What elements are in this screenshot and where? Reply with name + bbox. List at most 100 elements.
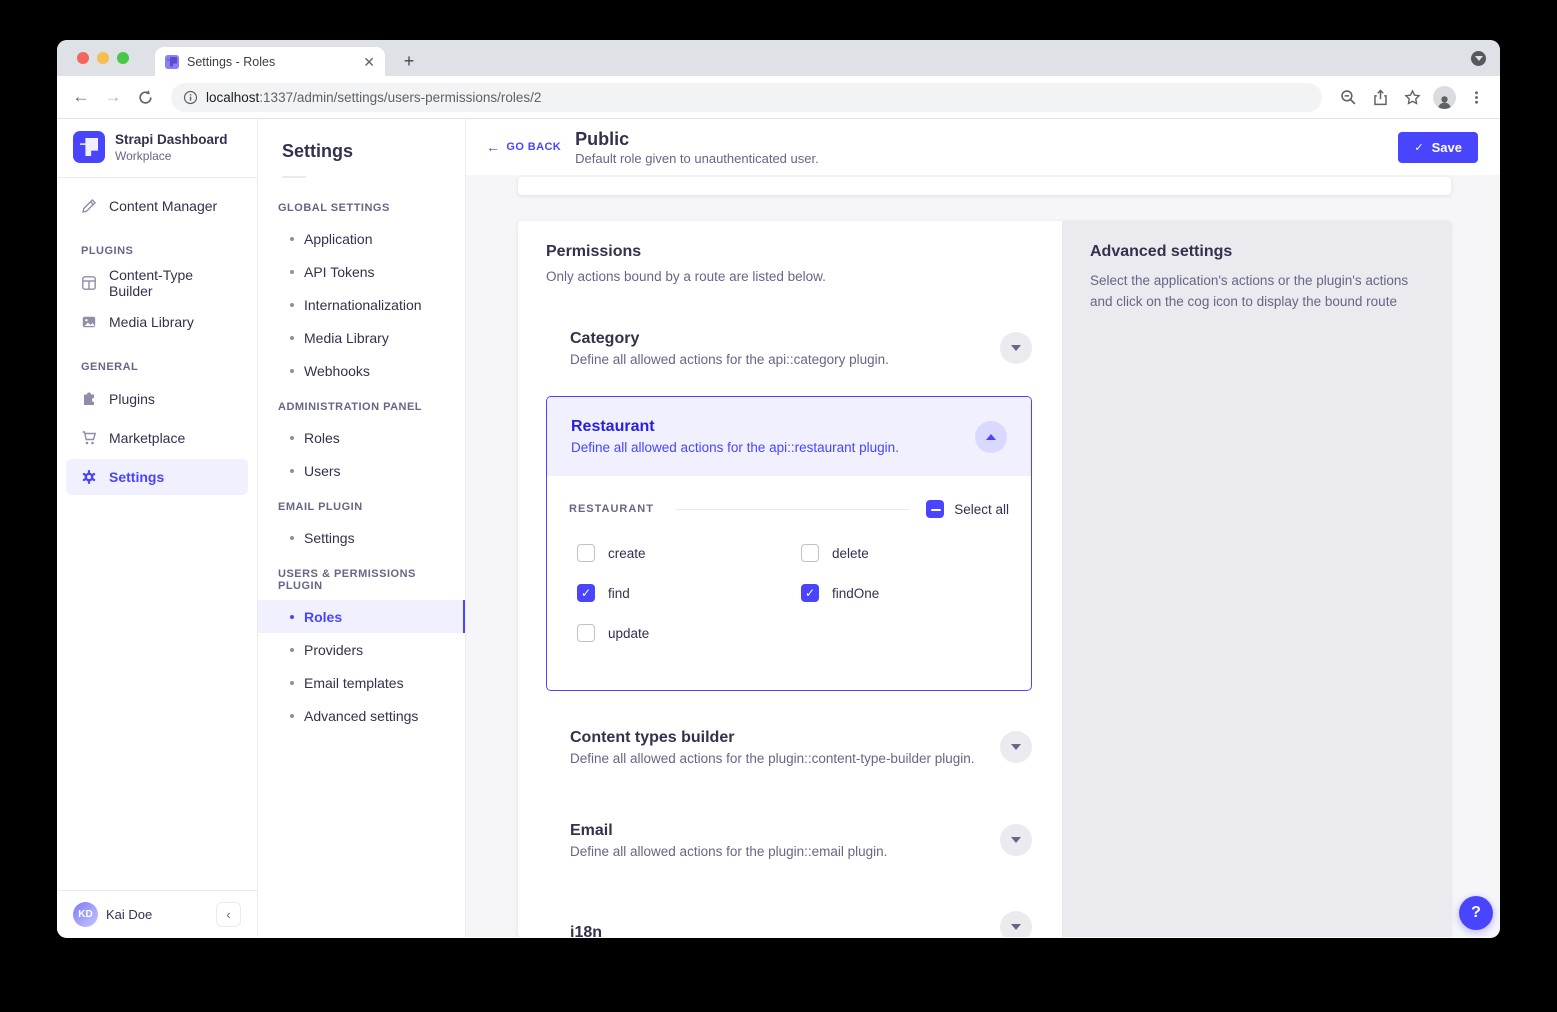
accordion-description: Define all allowed actions for the api::… — [571, 440, 899, 455]
help-button[interactable]: ? — [1459, 896, 1493, 930]
accordion-title: Content types builder — [570, 729, 975, 747]
select-all-label: Select all — [954, 502, 1009, 517]
subnav-item-up-roles[interactable]: Roles — [258, 600, 465, 633]
reload-button[interactable] — [131, 83, 159, 111]
bullet-icon — [290, 648, 294, 652]
go-back-link[interactable]: ←GO BACK — [486, 139, 561, 155]
bullet-icon — [290, 369, 294, 373]
subnav-item-api-tokens[interactable]: API Tokens — [258, 255, 465, 288]
chevron-down-icon — [1475, 56, 1483, 61]
sidebar-item-label: Marketplace — [109, 430, 185, 446]
share-button[interactable] — [1366, 83, 1394, 111]
sidebar-item-label: Settings — [109, 469, 164, 485]
save-button[interactable]: ✓Save — [1398, 132, 1478, 163]
bullet-icon — [290, 615, 294, 619]
accordion-description: Define all allowed actions for the api::… — [570, 352, 889, 367]
tab-search-button[interactable] — [1471, 51, 1486, 66]
bullet-icon — [290, 237, 294, 241]
accordion-title: Category — [570, 330, 889, 348]
sidebar-item-content-type-builder[interactable]: Content-Type Builder — [66, 265, 248, 301]
tab-close-icon[interactable]: ✕ — [363, 55, 375, 69]
permission-update: update — [577, 624, 801, 642]
subnav-item-admin-roles[interactable]: Roles — [258, 421, 465, 454]
site-info-icon[interactable] — [183, 90, 198, 105]
tab-title: Settings - Roles — [187, 55, 355, 69]
subnav-item-webhooks[interactable]: Webhooks — [258, 354, 465, 387]
subnav-item-internationalization[interactable]: Internationalization — [258, 288, 465, 321]
sidebar-item-label: Content Manager — [109, 198, 217, 214]
browser-tab[interactable]: Settings - Roles ✕ — [155, 47, 385, 76]
share-icon — [1372, 89, 1389, 106]
accordion-i18n[interactable]: i18n — [546, 903, 1032, 937]
subnav-item-admin-users[interactable]: Users — [258, 454, 465, 487]
accordion-email[interactable]: Email Define all allowed actions for the… — [546, 810, 1032, 870]
three-dots-icon — [1469, 90, 1484, 105]
checkbox[interactable] — [577, 544, 595, 562]
sidebar-item-content-manager[interactable]: Content Manager — [66, 188, 248, 224]
star-icon — [1404, 89, 1421, 106]
subnav-item-advanced-settings[interactable]: Advanced settings — [258, 699, 465, 732]
role-details-card — [518, 177, 1451, 195]
strapi-favicon-icon — [165, 55, 179, 69]
brand-title: Strapi Dashboard — [115, 132, 228, 147]
subnav-item-email-settings[interactable]: Settings — [258, 521, 465, 554]
browser-toolbar: ← → localhost:1337/admin/settings/users-… — [57, 76, 1500, 119]
sidebar-section-plugins: PLUGINS — [66, 227, 248, 265]
sidebar-item-plugins[interactable]: Plugins — [66, 381, 248, 417]
checkbox[interactable] — [801, 544, 819, 562]
accordion-restaurant-header[interactable]: Restaurant Define all allowed actions fo… — [547, 397, 1031, 476]
brand[interactable]: Strapi Dashboard Workplace — [57, 119, 257, 177]
accordion-category[interactable]: Category Define all allowed actions for … — [546, 318, 1032, 378]
back-button[interactable]: ← — [67, 83, 95, 111]
checkbox-checked[interactable] — [801, 584, 819, 602]
accordion-toggle-button[interactable] — [1000, 332, 1032, 364]
sidebar-section-general: GENERAL — [66, 343, 248, 381]
user-section: KD Kai Doe ‹ — [57, 890, 257, 937]
sidebar-item-marketplace[interactable]: Marketplace — [66, 420, 248, 456]
bookmark-button[interactable] — [1398, 83, 1426, 111]
arrow-left-icon: ← — [486, 139, 500, 155]
sidebar-item-label: Content-Type Builder — [109, 267, 233, 299]
fullscreen-window-button[interactable] — [117, 52, 129, 64]
cart-icon — [81, 430, 97, 446]
subnav-item-media-library[interactable]: Media Library — [258, 321, 465, 354]
chevron-down-icon — [1011, 837, 1021, 843]
accordion-toggle-button[interactable] — [975, 421, 1007, 453]
close-window-button[interactable] — [77, 52, 89, 64]
bullet-icon — [290, 436, 294, 440]
accordion-description: Define all allowed actions for the plugi… — [570, 844, 887, 859]
subnav-item-email-templates[interactable]: Email templates — [258, 666, 465, 699]
accordion-toggle-button[interactable] — [1000, 731, 1032, 763]
user-avatar[interactable]: KD — [73, 902, 98, 927]
checkbox[interactable] — [577, 624, 595, 642]
subnav-item-providers[interactable]: Providers — [258, 633, 465, 666]
new-tab-button[interactable]: + — [397, 50, 421, 74]
accordion-toggle-button[interactable] — [1000, 911, 1032, 937]
subnav-item-application[interactable]: Application — [258, 222, 465, 255]
browser-menu-button[interactable] — [1462, 83, 1490, 111]
zoom-out-button[interactable] — [1334, 83, 1362, 111]
url-text: localhost:1337/admin/settings/users-perm… — [206, 90, 541, 105]
permission-findone: findOne — [801, 584, 1025, 602]
url-bar[interactable]: localhost:1337/admin/settings/users-perm… — [171, 83, 1322, 112]
advanced-settings-description: Select the application's actions or the … — [1090, 270, 1420, 312]
bullet-icon — [290, 469, 294, 473]
chevron-down-icon — [1011, 924, 1021, 930]
tab-strip: Settings - Roles ✕ + — [57, 40, 1500, 76]
accordion-description: Define all allowed actions for the plugi… — [570, 751, 975, 766]
bullet-icon — [290, 536, 294, 540]
browser-window: Settings - Roles ✕ + ← → localhost:1337/… — [57, 40, 1500, 938]
strapi-app: Strapi Dashboard Workplace Content Manag… — [57, 119, 1500, 937]
checkbox-checked[interactable] — [577, 584, 595, 602]
select-all-checkbox[interactable] — [926, 500, 944, 518]
permission-create: create — [577, 544, 801, 562]
accordion-content-types-builder[interactable]: Content types builder Define all allowed… — [546, 717, 1032, 777]
accordion-toggle-button[interactable] — [1000, 824, 1032, 856]
sidebar-item-settings[interactable]: Settings — [66, 459, 248, 495]
forward-button[interactable]: → — [99, 83, 127, 111]
sidebar-item-media-library[interactable]: Media Library — [66, 304, 248, 340]
role-header: ←GO BACK Public Default role given to un… — [466, 119, 1500, 175]
collapse-sidebar-button[interactable]: ‹ — [216, 902, 241, 927]
minimize-window-button[interactable] — [97, 52, 109, 64]
profile-button[interactable] — [1430, 83, 1458, 111]
